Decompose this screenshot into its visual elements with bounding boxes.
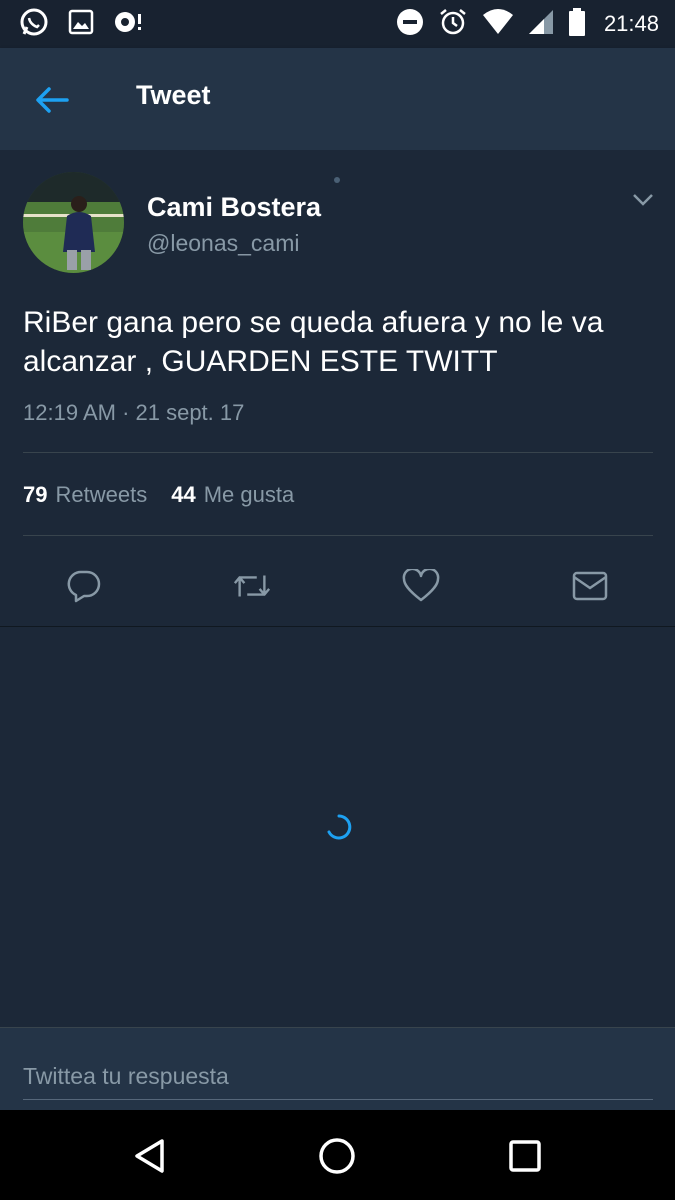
alarm-icon — [438, 7, 468, 42]
direct-message-button[interactable] — [570, 566, 610, 606]
tweet-detail: Cami Bostera @leonas_cami RiBer gana per… — [0, 150, 675, 626]
tweet-options-button[interactable] — [628, 188, 658, 212]
clock-time: 21:48 — [603, 11, 659, 36]
retweet-icon — [233, 575, 271, 597]
nav-back-button[interactable] — [128, 1134, 172, 1178]
back-button[interactable] — [30, 78, 74, 122]
loading-spinner-icon — [327, 814, 352, 840]
avatar[interactable] — [23, 172, 124, 273]
divider — [23, 452, 653, 453]
recents-square-icon — [509, 1140, 541, 1172]
home-circle-icon — [319, 1138, 355, 1174]
page-title: Tweet — [136, 80, 211, 110]
tweet-actions — [0, 558, 675, 608]
likes-count: 44 — [171, 482, 196, 507]
app-bar: Tweet — [0, 48, 675, 150]
nav-recents-button[interactable] — [503, 1134, 547, 1178]
envelope-icon — [572, 571, 608, 601]
author-handle[interactable]: @leonas_cami — [147, 230, 299, 257]
do-not-disturb-icon — [396, 8, 424, 41]
sync-icon — [112, 8, 144, 41]
nav-home-button[interactable] — [315, 1134, 359, 1178]
wifi-icon — [482, 8, 514, 40]
heart-icon — [402, 569, 440, 602]
retweet-button[interactable] — [232, 566, 272, 606]
likes-label: Me gusta — [203, 482, 295, 507]
divider — [23, 535, 653, 536]
signal-icon — [528, 9, 554, 40]
reply-button[interactable] — [64, 566, 104, 606]
tweet-stats: 79 Retweets 44 Me gusta — [23, 482, 318, 508]
reply-bar — [0, 1027, 675, 1110]
like-button[interactable] — [401, 566, 441, 606]
back-triangle-icon — [135, 1139, 164, 1173]
tweet-timestamp: 12:19 AM · 21 sept. 17 — [23, 400, 245, 425]
retweets-label: Retweets — [55, 482, 148, 507]
reply-icon — [67, 570, 101, 603]
whatsapp-icon — [18, 6, 50, 43]
tweet-text: RiBer gana pero se queda afuera y no le … — [23, 306, 604, 378]
online-dot — [334, 177, 340, 183]
status-bar: 21:48 — [0, 0, 675, 48]
image-icon — [68, 9, 94, 40]
author-name[interactable]: Cami Bostera — [147, 192, 321, 223]
likes-stat[interactable]: 44 Me gusta — [171, 482, 294, 508]
battery-icon — [568, 7, 586, 41]
arrow-left-icon — [36, 87, 69, 113]
chevron-down-icon — [633, 194, 653, 206]
retweets-count: 79 — [23, 482, 48, 507]
retweets-stat[interactable]: 79 Retweets — [23, 482, 147, 508]
reply-input[interactable] — [23, 1054, 653, 1100]
system-nav-bar — [0, 1110, 675, 1200]
